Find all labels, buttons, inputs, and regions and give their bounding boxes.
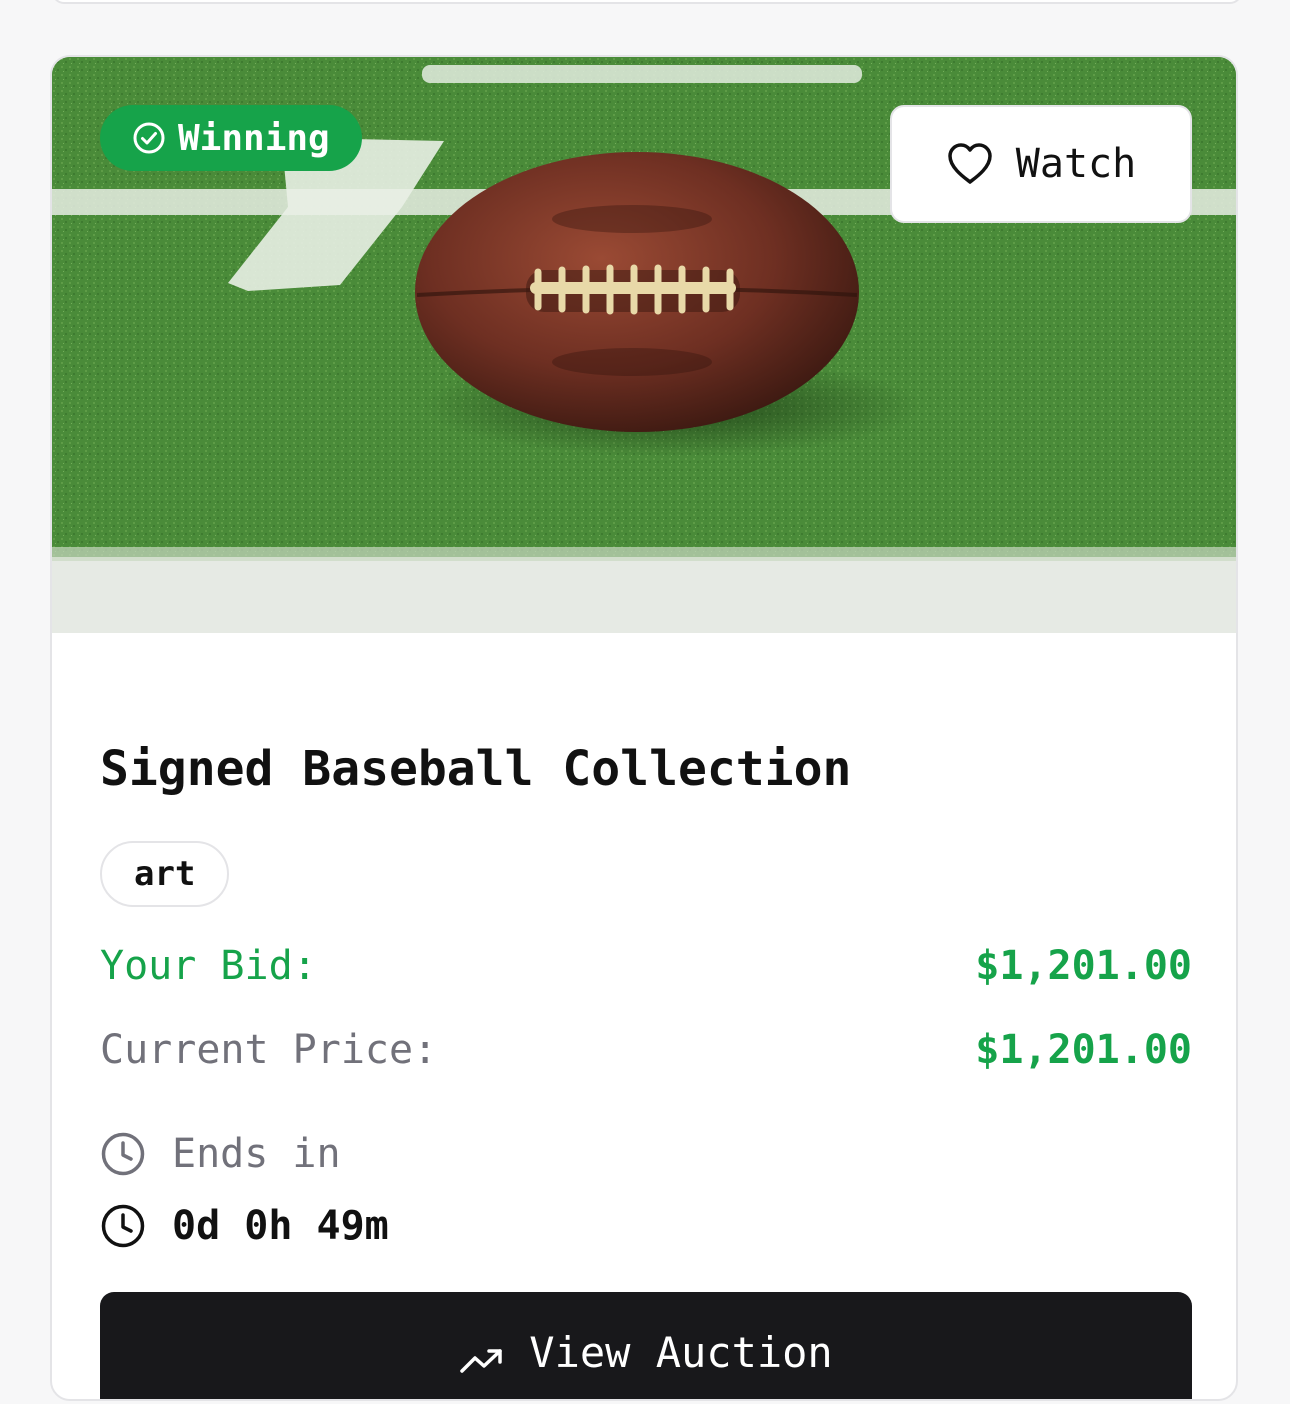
winning-status-badge: Winning	[100, 105, 362, 171]
countdown-row: 0d 0h 49m	[100, 1203, 389, 1249]
previous-card-edge	[52, 0, 1242, 4]
current-price-row: Current Price: $1,201.00	[100, 1027, 1192, 1073]
watch-button[interactable]: Watch	[890, 105, 1192, 223]
current-price-value: $1,201.00	[975, 1027, 1192, 1073]
category-tag: art	[100, 841, 230, 907]
current-price-label: Current Price:	[100, 1027, 438, 1073]
clock-icon	[100, 1131, 146, 1177]
watch-button-label: Watch	[1015, 141, 1137, 187]
item-image: Winning Watch	[52, 57, 1236, 633]
your-bid-value: $1,201.00	[975, 943, 1192, 989]
ends-in-row: Ends in	[100, 1131, 341, 1177]
your-bid-label: Your Bid:	[100, 943, 317, 989]
your-bid-row: Your Bid: $1,201.00	[100, 943, 1192, 989]
check-circle-icon	[132, 121, 166, 155]
auction-card: Winning Watch Signed Baseball Collection…	[50, 55, 1238, 1401]
heart-icon	[946, 142, 994, 186]
view-auction-label: View Auction	[529, 1327, 833, 1377]
countdown-value: 0d 0h 49m	[172, 1203, 389, 1249]
ends-in-label: Ends in	[172, 1131, 341, 1177]
clock-icon	[100, 1203, 146, 1249]
status-badge-label: Winning	[178, 117, 330, 159]
trending-up-icon	[459, 1337, 505, 1373]
view-auction-button[interactable]: View Auction	[100, 1292, 1192, 1399]
item-title: Signed Baseball Collection	[100, 741, 852, 797]
